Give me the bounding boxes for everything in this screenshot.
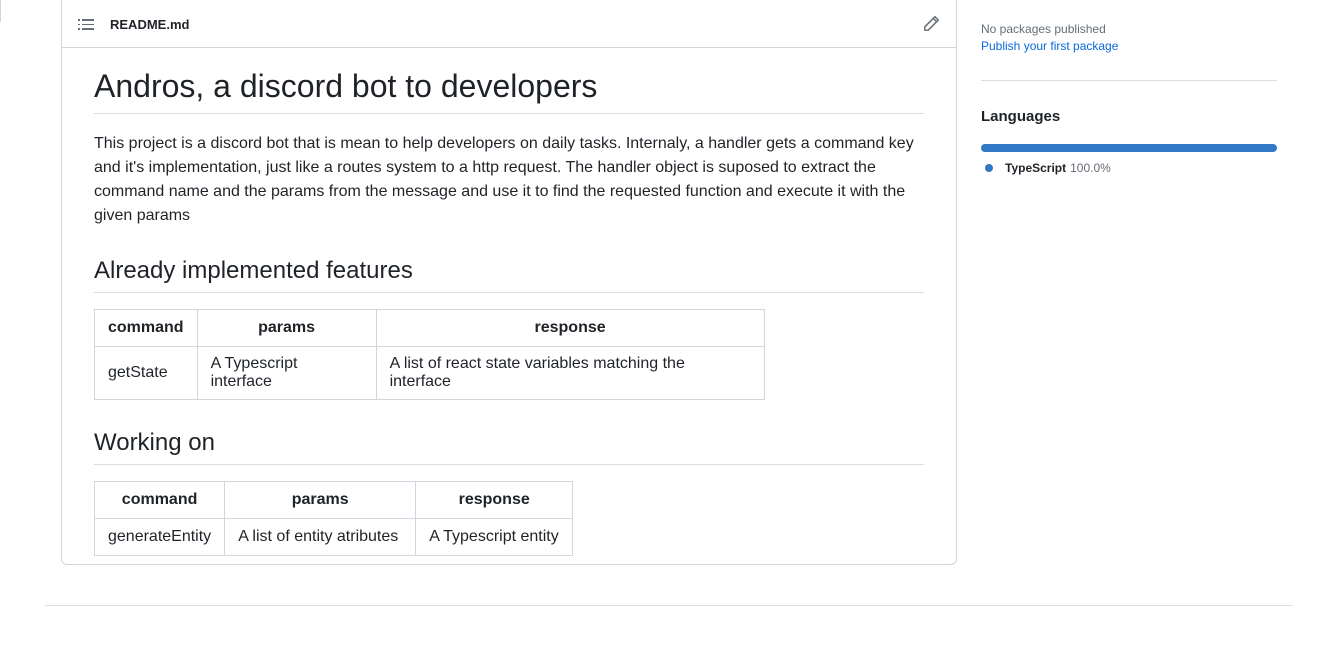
- table-header-row: command params response: [94, 309, 765, 348]
- packages-section: No packages published Publish your first…: [981, 22, 1277, 53]
- readme-filename[interactable]: README.md: [110, 17, 189, 32]
- readme-header: README.md: [62, 0, 956, 48]
- language-item-typescript[interactable]: TypeScript 100.0%: [981, 161, 1277, 175]
- readme-title: Andros, a discord bot to developers: [94, 67, 924, 115]
- table-header-row: command params response: [93, 481, 574, 520]
- header-cell: params: [196, 309, 377, 348]
- section-working-title: Working on: [94, 428, 924, 466]
- table-cell: generateEntity: [93, 518, 226, 557]
- languages-section: Languages TypeScript 100.0%: [981, 108, 1277, 175]
- no-packages-text: No packages published: [981, 22, 1106, 36]
- table-cell: A Typescript entity: [415, 518, 574, 557]
- table-cell: getState: [94, 346, 198, 401]
- language-bar: [981, 144, 1277, 152]
- readme-card: README.md Andros, a discord bot to devel…: [61, 0, 957, 565]
- publish-package-link[interactable]: Publish your first package: [981, 39, 1277, 53]
- pencil-icon[interactable]: [922, 15, 940, 33]
- sidebar-divider: [981, 80, 1277, 81]
- table-cell: A list of entity atributes: [224, 518, 417, 557]
- list-icon[interactable]: [78, 18, 94, 30]
- header-cell: command: [94, 309, 198, 348]
- header-cell: params: [224, 481, 417, 520]
- implemented-table: command params response getState A Types…: [94, 309, 765, 401]
- table-row: generateEntity A list of entity atribute…: [93, 518, 574, 557]
- left-edge-divider: [0, 0, 1, 22]
- language-color-dot: [985, 164, 993, 172]
- table-cell: A Typescript interface: [196, 346, 377, 401]
- section-implemented-title: Already implemented features: [94, 256, 924, 294]
- language-percent: 100.0%: [1070, 161, 1111, 175]
- header-cell: response: [375, 309, 765, 348]
- header-cell: command: [93, 481, 226, 520]
- working-table: command params response generateEntity A…: [93, 481, 574, 557]
- language-name: TypeScript: [1005, 161, 1067, 175]
- footer-divider: [45, 605, 1293, 606]
- readme-intro: This project is a discord bot that is me…: [94, 135, 914, 225]
- header-cell: response: [415, 481, 574, 520]
- languages-title: Languages: [981, 108, 1061, 125]
- readme-body: Andros, a discord bot to developers This…: [62, 67, 956, 557]
- table-cell: A list of react state variables matching…: [375, 346, 765, 401]
- table-row: getState A Typescript interface A list o…: [94, 346, 765, 401]
